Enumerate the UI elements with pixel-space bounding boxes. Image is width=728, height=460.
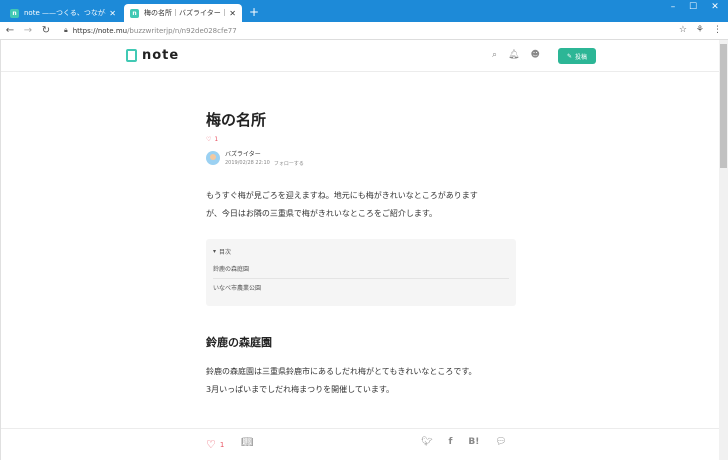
author-info: バズライター 2019/02/28 22:10 フォローする [225,149,304,167]
address-bar[interactable]: https://note.mu/buzzwriterjp/n/n92de028c… [73,27,237,35]
browser-menu-icon[interactable]: ⋮ [713,25,722,35]
extension-icon[interactable]: ⚘ [696,25,704,35]
lead-line-1: もうすぐ梅が見ごろを迎えますね。地元にも梅がきれいなところがあります [206,191,478,200]
toc-heading: 目次 [219,249,232,256]
header-icons: ⌕ 🔔︎ ☻ [492,50,540,60]
tab-title: note ——つくる、つながる、とどける。 [24,9,106,17]
tab-close-icon[interactable]: ✕ [229,9,236,18]
pencil-icon: ✎ [566,52,572,60]
toc-header[interactable]: ▾ 目次 [213,247,509,256]
url-host: https://note.mu [72,26,128,35]
browser-toolbar: ← → ↻ 🔒︎ https://note.mu/buzzwriterjp/n/… [0,22,728,40]
browser-tab-strip: n note ——つくる、つながる、とどける。 ✕ n 梅の名所｜バズライター｜… [0,0,728,22]
caret-down-icon: ▾ [213,248,217,255]
note-logo-icon [126,49,137,62]
author-name[interactable]: バズライター [225,149,304,158]
hatena-bookmark-icon[interactable]: B! [468,437,479,447]
tab-close-icon[interactable]: ✕ [109,9,116,18]
section-line-2: 3月いっぱいまでしだれ梅まつりを開催しています。 [206,385,395,394]
table-of-contents: ▾ 目次 鈴鹿の森庭園 いなべ市農業公園 [206,239,516,306]
close-window-button[interactable]: ✕ [706,2,724,12]
toc-item[interactable]: 鈴鹿の森庭園 [213,260,509,279]
twitter-icon[interactable]: 🐦︎ [421,437,432,447]
follow-link[interactable]: フォローする [274,160,304,167]
bottom-like-count: 1 [219,440,225,449]
like-count: 1 [214,136,219,143]
minimize-button[interactable]: – [664,2,682,12]
lead-paragraph: もうすぐ梅が見ごろを迎えますね。地元にも梅がきれいなところがあります が、今日は… [206,187,526,223]
section-paragraph: 鈴鹿の森庭園は三重県鈴鹿市にあるしだれ梅がとてもきれいなところです。 3月いっぱ… [206,363,526,399]
post-button-label: 投稿 [575,53,588,61]
section-heading: 鈴鹿の森庭園 [206,336,272,349]
note-logo[interactable]: note [126,48,179,63]
lock-icon: 🔒︎ [64,26,68,34]
notification-bell-icon[interactable]: 🔔︎ [508,50,519,60]
line-icon[interactable]: 💬︎ [495,437,506,447]
note-favicon-icon: n [10,8,19,18]
article: 梅の名所 ♡ 1 バズライター 2019/02/28 22:10 フォローする … [206,110,526,399]
author-block: バズライター 2019/02/28 22:10 フォローする [206,149,526,167]
author-meta: 2019/02/28 22:10 フォローする [225,160,304,167]
bookmark-star-icon[interactable]: ☆ [679,25,687,35]
page-content: note ⌕ 🔔︎ ☻ ✎ 投稿 梅の名所 ♡ 1 バズライター 2019/02… [0,40,720,460]
forward-arrow-icon[interactable]: → [20,25,36,36]
toolbar-actions: ☆ ⚘ ⋮ [679,25,722,35]
site-header: note ⌕ 🔔︎ ☻ ✎ 投稿 [1,40,720,72]
scrollbar-thumb[interactable] [720,44,727,168]
post-date: 2019/02/28 22:10 [225,160,270,166]
scrollbar[interactable] [719,40,728,460]
maximize-button[interactable]: ☐ [684,2,702,12]
facebook-icon[interactable]: f [448,437,452,447]
note-favicon-icon: n [130,8,139,18]
user-avatar-icon[interactable]: ☻ [530,50,539,60]
bottom-action-bar: ♡ 1 📖︎ 🐦︎ f B! 💬︎ [1,428,720,460]
search-icon[interactable]: ⌕ [492,50,497,60]
back-arrow-icon[interactable]: ← [2,25,18,36]
browser-tab-note-home[interactable]: n note ——つくる、つながる、とどける。 ✕ [4,4,122,22]
new-tab-button[interactable]: + [249,6,259,18]
bottom-like-button[interactable]: ♡ 1 [206,438,224,451]
toc-list: 鈴鹿の森庭園 いなべ市農業公園 [213,260,509,298]
heart-icon: ♡ [206,438,216,451]
post-button[interactable]: ✎ 投稿 [558,48,596,64]
like-row[interactable]: ♡ 1 [206,136,526,143]
reload-icon[interactable]: ↻ [38,25,54,36]
heart-icon: ♡ [206,136,212,143]
tab-title: 梅の名所｜バズライター｜note [144,9,227,17]
magazine-add-icon[interactable]: 📖︎ [241,437,254,448]
lead-line-2: が、今日はお隣の三重県で梅がきれいなところをご紹介します。 [206,209,438,218]
author-avatar[interactable] [206,151,220,165]
article-title: 梅の名所 [206,111,267,129]
toc-item[interactable]: いなべ市農業公園 [213,279,509,298]
url-path: /buzzwriterjp/n/n92de028cfe77 [127,26,237,35]
share-buttons: 🐦︎ f B! 💬︎ [421,437,507,447]
browser-tab-article[interactable]: n 梅の名所｜バズライター｜note ✕ [124,4,242,22]
section-line-1: 鈴鹿の森庭園は三重県鈴鹿市にあるしだれ梅がとてもきれいなところです。 [206,367,477,376]
logo-text: note [142,48,180,63]
